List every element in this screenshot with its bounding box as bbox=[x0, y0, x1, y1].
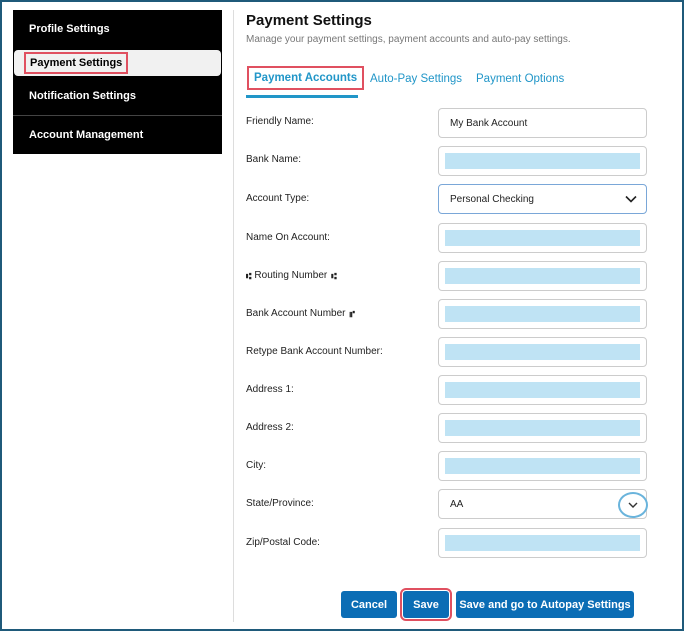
state-dropdown-toggle[interactable] bbox=[618, 492, 648, 518]
bank-account-number-input[interactable] bbox=[438, 299, 647, 329]
routing-number-label: ⑆ Routing Number ⑆ bbox=[246, 270, 337, 281]
bank-name-input[interactable] bbox=[438, 146, 647, 176]
sidebar-item-label: Profile Settings bbox=[29, 23, 110, 35]
label-text: Bank Name: bbox=[246, 154, 302, 165]
label-text: City: bbox=[246, 460, 266, 471]
sidebar: Profile Settings Payment Settings Notifi… bbox=[13, 10, 222, 154]
routing-number-input[interactable] bbox=[438, 261, 647, 291]
label-text: Bank Account Number bbox=[246, 308, 346, 319]
name-on-account-label: Name On Account: bbox=[246, 232, 330, 243]
zip-input[interactable] bbox=[438, 528, 647, 558]
redacted-field bbox=[445, 268, 640, 284]
redacted-field bbox=[445, 344, 640, 360]
friendly-name-label: Friendly Name: bbox=[246, 116, 314, 127]
label-text: Zip/Postal Code: bbox=[246, 537, 320, 548]
routing-symbol-icon: ⑆ bbox=[246, 270, 252, 281]
routing-symbol-icon: ⑆ bbox=[331, 270, 337, 281]
redacted-field bbox=[445, 420, 640, 436]
active-tab-indicator bbox=[246, 95, 358, 98]
state-select[interactable]: AA bbox=[438, 489, 648, 519]
city-label: City: bbox=[246, 460, 266, 471]
address1-label: Address 1: bbox=[246, 384, 294, 395]
account-type-label: Account Type: bbox=[246, 193, 309, 204]
bank-account-number-label: Bank Account Number ⑈ bbox=[246, 308, 356, 319]
label-text: Address 2: bbox=[246, 422, 294, 433]
address2-input[interactable] bbox=[438, 413, 647, 443]
label-text: Routing Number bbox=[254, 270, 328, 281]
redacted-field bbox=[445, 153, 640, 169]
state-label: State/Province: bbox=[246, 498, 314, 509]
page-title: Payment Settings bbox=[246, 12, 372, 29]
account-symbol-icon: ⑈ bbox=[349, 308, 356, 319]
save-and-go-to-autopay-button[interactable]: Save and go to Autopay Settings bbox=[456, 591, 634, 618]
address1-input[interactable] bbox=[438, 375, 647, 405]
zip-label: Zip/Postal Code: bbox=[246, 537, 320, 548]
account-type-select[interactable]: Personal Checking bbox=[438, 184, 647, 214]
label-text: Name On Account: bbox=[246, 232, 330, 243]
sidebar-item-notification-settings[interactable]: Notification Settings bbox=[13, 78, 222, 114]
redacted-field bbox=[445, 535, 640, 551]
sidebar-item-profile-settings[interactable]: Profile Settings bbox=[13, 10, 222, 48]
sidebar-item-label: Account Management bbox=[29, 129, 144, 141]
sidebar-item-account-management[interactable]: Account Management bbox=[13, 116, 222, 154]
select-value: AA bbox=[450, 498, 464, 510]
sidebar-item-label: Payment Settings bbox=[23, 52, 129, 74]
chevron-down-icon bbox=[628, 502, 638, 508]
label-text: Address 1: bbox=[246, 384, 294, 395]
retype-account-input[interactable] bbox=[438, 337, 647, 367]
select-value: Personal Checking bbox=[450, 193, 534, 205]
cancel-button[interactable]: Cancel bbox=[341, 591, 397, 618]
redacted-field bbox=[445, 230, 640, 246]
friendly-name-input[interactable]: My Bank Account bbox=[438, 108, 647, 138]
label-text: State/Province: bbox=[246, 498, 314, 509]
save-button[interactable]: Save bbox=[400, 588, 452, 621]
address2-label: Address 2: bbox=[246, 422, 294, 433]
sidebar-item-label: Notification Settings bbox=[29, 90, 136, 102]
tab-payment-accounts[interactable]: Payment Accounts bbox=[246, 66, 365, 90]
input-value: My Bank Account bbox=[450, 117, 528, 129]
bank-name-label: Bank Name: bbox=[246, 154, 301, 165]
city-input[interactable] bbox=[438, 451, 647, 481]
page-subtitle: Manage your payment settings, payment ac… bbox=[246, 34, 571, 45]
tab-auto-pay-settings[interactable]: Auto-Pay Settings bbox=[370, 73, 462, 85]
label-text: Retype Bank Account Number: bbox=[246, 346, 383, 357]
sidebar-item-payment-settings[interactable]: Payment Settings bbox=[14, 50, 221, 76]
redacted-field bbox=[445, 458, 640, 474]
redacted-field bbox=[445, 382, 640, 398]
tab-payment-options[interactable]: Payment Options bbox=[476, 73, 564, 85]
retype-account-label: Retype Bank Account Number: bbox=[246, 346, 383, 357]
label-text: Account Type: bbox=[246, 193, 310, 204]
divider bbox=[233, 10, 234, 622]
chevron-down-icon bbox=[625, 195, 637, 203]
label-text: Friendly Name: bbox=[246, 116, 314, 127]
redacted-field bbox=[445, 306, 640, 322]
name-on-account-input[interactable] bbox=[438, 223, 647, 253]
